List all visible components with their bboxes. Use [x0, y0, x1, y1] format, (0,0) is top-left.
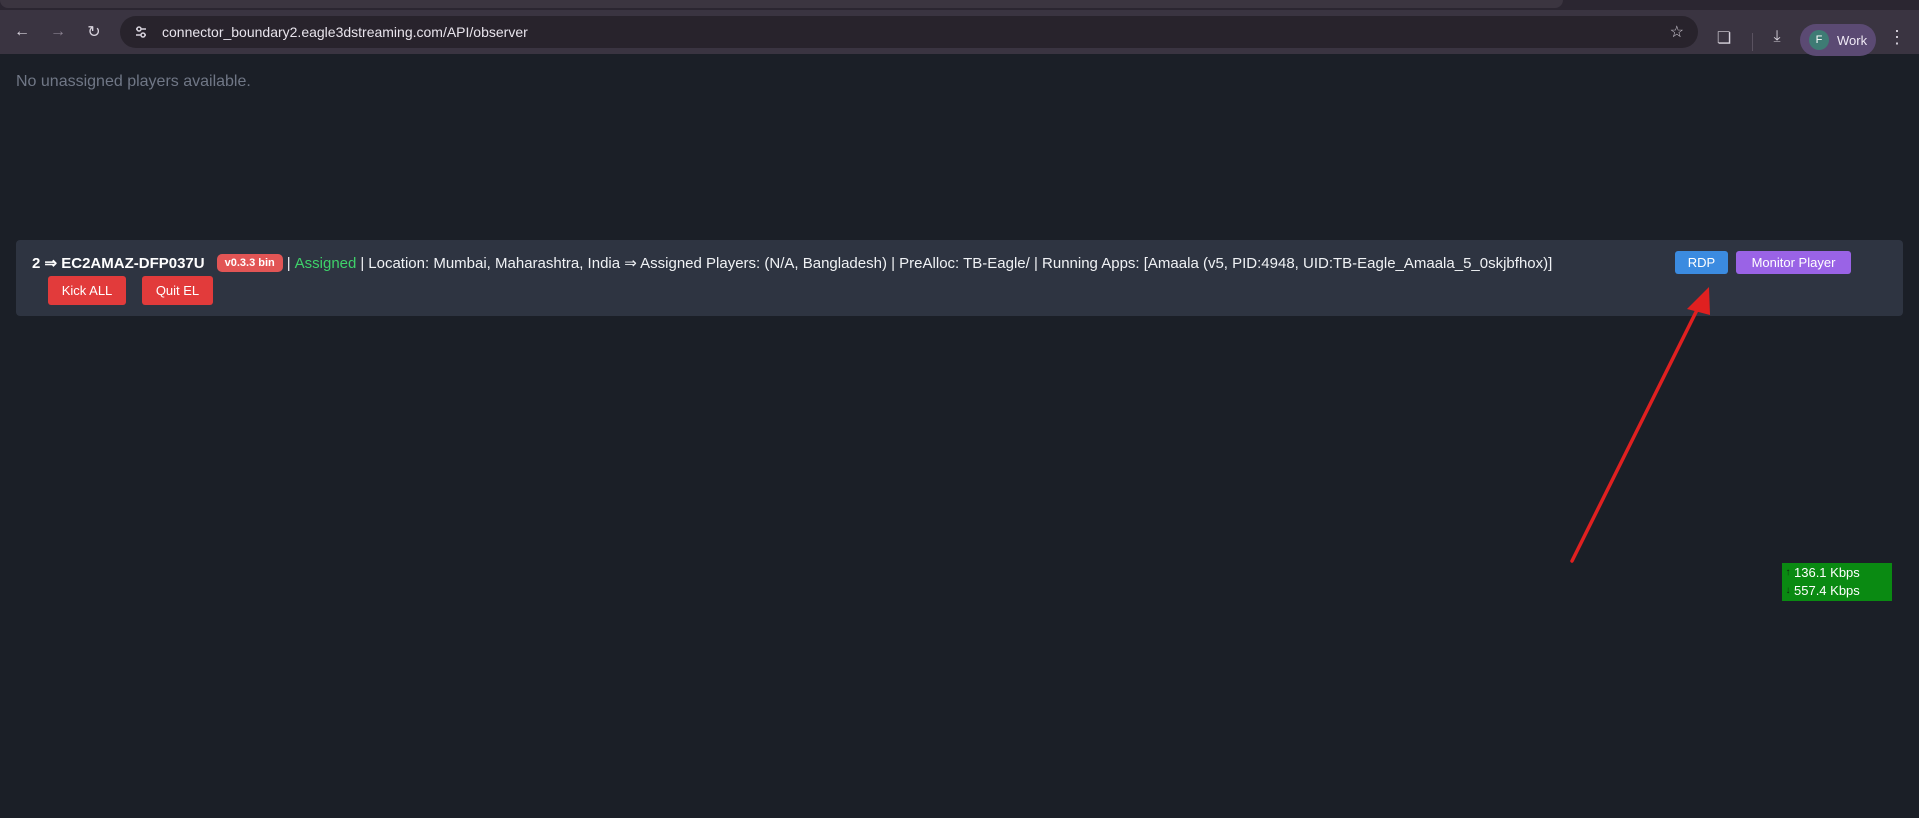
- server-card: 2 ⇒ EC2AMAZ-DFP037U v0.3.3 bin | Assigne…: [16, 240, 1903, 316]
- kick-all-button[interactable]: Kick ALL: [48, 276, 126, 305]
- back-icon[interactable]: ←: [8, 18, 36, 46]
- toolbar-divider: [1752, 33, 1753, 51]
- download-arrow-icon: ↓: [1785, 585, 1791, 596]
- upload-arrow-icon: ↑: [1785, 567, 1791, 578]
- arrow-shaft: [1570, 302, 1702, 563]
- tab-strip: [0, 0, 1919, 10]
- rdp-button[interactable]: RDP: [1675, 251, 1728, 274]
- url-text[interactable]: connector_boundary2.eagle3dstreaming.com…: [162, 24, 528, 40]
- extensions-icon[interactable]: ❏: [1714, 28, 1734, 48]
- monitor-player-button[interactable]: Monitor Player: [1736, 251, 1851, 274]
- quit-el-button[interactable]: Quit EL: [142, 276, 213, 305]
- forward-icon[interactable]: →: [44, 18, 72, 46]
- server-title: 2 ⇒ EC2AMAZ-DFP037U: [32, 255, 205, 272]
- profile-name: Work: [1837, 32, 1868, 48]
- download-icon[interactable]: ⤓: [1767, 28, 1787, 46]
- bookmark-star-icon[interactable]: ☆: [1670, 22, 1684, 42]
- server-details: Location: Mumbai, Maharashtra, India ⇒ A…: [368, 255, 1553, 272]
- separator: |: [286, 254, 291, 272]
- annotation-arrow: [1570, 287, 1710, 563]
- browser-menu-icon[interactable]: ⋮: [1888, 27, 1906, 48]
- status-text: Assigned: [294, 254, 357, 272]
- upload-row: ↑ 136.1 Kbps: [1782, 564, 1892, 582]
- browser-toolbar: ← → ↻ connector_boundary2.eagle3dstreami…: [0, 10, 1919, 56]
- upload-rate: 136.1 Kbps: [1794, 565, 1860, 580]
- version-badge: v0.3.3 bin: [216, 254, 283, 272]
- download-row: ↓ 557.4 Kbps: [1782, 582, 1892, 600]
- server-info-line: 2 ⇒ EC2AMAZ-DFP037U v0.3.3 bin | Assigne…: [32, 251, 1552, 275]
- address-bar[interactable]: connector_boundary2.eagle3dstreaming.com…: [120, 16, 1698, 48]
- reload-icon[interactable]: ↻: [80, 18, 108, 46]
- no-unassigned-message: No unassigned players available.: [16, 73, 251, 90]
- avatar: F: [1809, 30, 1829, 50]
- active-tab[interactable]: [0, 0, 1563, 8]
- download-rate: 557.4 Kbps: [1794, 583, 1860, 598]
- site-info-icon[interactable]: [130, 21, 152, 43]
- profile-button[interactable]: F Work: [1800, 24, 1876, 56]
- network-meter: ↑ 136.1 Kbps ↓ 557.4 Kbps: [1782, 563, 1892, 601]
- separator: |: [360, 254, 365, 272]
